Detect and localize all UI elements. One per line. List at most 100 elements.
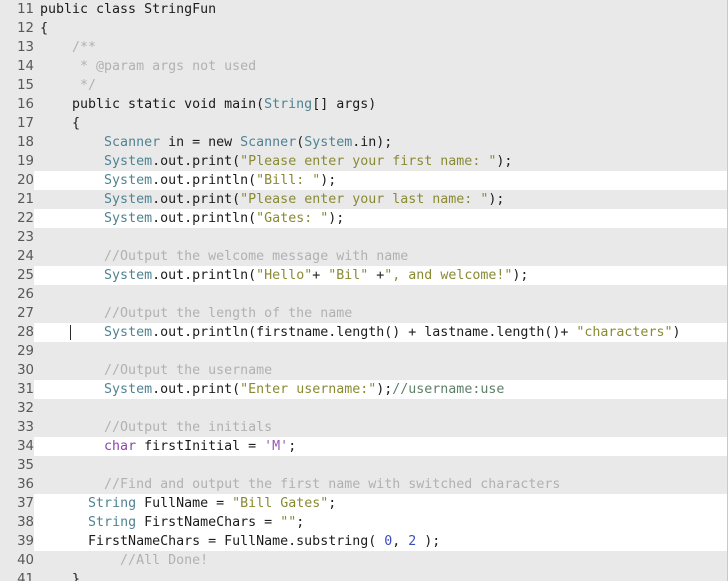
- code-text-37[interactable]: String FullName = "Bill Gates";: [40, 494, 336, 513]
- token-plain: ): [672, 325, 681, 340]
- token-plain: );: [376, 382, 393, 397]
- code-line-31[interactable]: 31 System.out.print("Enter username:");/…: [0, 380, 727, 399]
- code-text-31[interactable]: System.out.print("Enter username:");//us…: [40, 380, 504, 399]
- code-text-19[interactable]: System.out.print("Please enter your firs…: [40, 152, 512, 171]
- line-number-28: 28: [0, 323, 34, 342]
- code-text-22[interactable]: System.out.println("Gates: ");: [40, 209, 344, 228]
- code-line-23[interactable]: 23: [0, 228, 727, 247]
- code-text-28[interactable]: System.out.println(firstname.length() + …: [40, 323, 680, 342]
- code-line-33[interactable]: 33 //Output the initials: [0, 418, 727, 437]
- token-plain: public static void main(: [40, 97, 265, 112]
- token-plain: in = new: [160, 135, 241, 150]
- token-plain: StringFun: [144, 2, 217, 17]
- code-line-25[interactable]: 25 System.out.println("Hello"+ "Bil" +",…: [0, 266, 727, 285]
- token-type: System: [104, 192, 153, 207]
- code-line-30[interactable]: 30 //Output the username: [0, 361, 727, 380]
- code-line-21[interactable]: 21 System.out.print("Please enter your l…: [0, 190, 727, 209]
- line-number-34: 34: [0, 437, 34, 456]
- code-line-40[interactable]: 40 //All Done!: [0, 551, 727, 570]
- code-line-19[interactable]: 19 System.out.print("Please enter your f…: [0, 152, 727, 171]
- code-text-30[interactable]: //Output the username: [40, 361, 272, 380]
- token-plain: FullName =: [136, 496, 233, 511]
- token-string: "Gates: ": [256, 211, 329, 226]
- code-text-24[interactable]: //Output the welcome message with name: [40, 247, 408, 266]
- code-text-20[interactable]: System.out.println("Bill: ");: [40, 171, 336, 190]
- code-line-18[interactable]: 18 Scanner in = new Scanner(System.in);: [0, 133, 727, 152]
- code-text-16[interactable]: public static void main(String[] args): [40, 95, 376, 114]
- code-line-15[interactable]: 15 */: [0, 76, 727, 95]
- code-line-29[interactable]: 29: [0, 342, 727, 361]
- code-line-13[interactable]: 13 /**: [0, 38, 727, 57]
- token-plain: .out.println(: [152, 173, 257, 188]
- token-string: ", and welcome!": [384, 268, 513, 283]
- code-text-15[interactable]: */: [40, 76, 96, 95]
- code-text-41[interactable]: }: [40, 570, 80, 581]
- code-line-16[interactable]: 16 public static void main(String[] args…: [0, 95, 727, 114]
- token-comment: //All Done!: [40, 553, 209, 568]
- code-line-27[interactable]: 27 //Output the length of the name: [0, 304, 727, 323]
- code-line-41[interactable]: 41 }: [0, 570, 727, 581]
- token-string: "Bill Gates": [232, 496, 329, 511]
- code-text-34[interactable]: char firstInitial = 'M';: [40, 437, 296, 456]
- code-text-12[interactable]: {: [40, 19, 48, 38]
- code-line-38[interactable]: 38 String FirstNameChars = "";: [0, 513, 727, 532]
- token-string: "Please enter your last name: ": [240, 192, 489, 207]
- code-text-13[interactable]: /**: [40, 38, 96, 57]
- code-text-21[interactable]: System.out.print("Please enter your last…: [40, 190, 504, 209]
- code-text-14[interactable]: * @param args not used: [40, 57, 256, 76]
- token-comment: //Output the length of the name: [40, 306, 353, 321]
- token-type: System: [304, 135, 353, 150]
- token-plain: .out.println(: [152, 268, 257, 283]
- code-text-11[interactable]: public class StringFun: [40, 0, 216, 19]
- line-number-15: 15: [0, 76, 34, 95]
- code-line-35[interactable]: 35: [0, 456, 727, 475]
- code-line-39[interactable]: 39 FirstNameChars = FullName.substring( …: [0, 532, 727, 551]
- code-line-36[interactable]: 36 //Find and output the first name with…: [0, 475, 727, 494]
- code-line-28[interactable]: 28 System.out.println(firstname.length()…: [0, 323, 727, 342]
- code-text-27[interactable]: //Output the length of the name: [40, 304, 352, 323]
- code-line-14[interactable]: 14 * @param args not used: [0, 57, 727, 76]
- token-type: System: [104, 173, 153, 188]
- token-plain: firstInitial =: [136, 439, 265, 454]
- token-type: System: [104, 268, 153, 283]
- code-line-22[interactable]: 22 System.out.println("Gates: ");: [0, 209, 727, 228]
- code-line-12[interactable]: 12 {: [0, 19, 727, 38]
- code-line-24[interactable]: 24 //Output the welcome message with nam…: [0, 247, 727, 266]
- line-number-11: 11: [0, 0, 34, 19]
- code-line-list[interactable]: 11 public class StringFun 12{13 /** 14 * @p…: [0, 0, 727, 581]
- code-line-26[interactable]: 26: [0, 285, 727, 304]
- token-plain: }: [40, 572, 81, 581]
- code-text-36[interactable]: //Find and output the first name with sw…: [40, 475, 560, 494]
- token-plain: [] args): [312, 97, 377, 112]
- token-plain: FirstNameChars =: [136, 515, 281, 530]
- token-string: "characters": [576, 325, 673, 340]
- code-text-17[interactable]: {: [40, 114, 80, 133]
- code-text-18[interactable]: Scanner in = new Scanner(System.in);: [40, 133, 392, 152]
- token-string: "": [280, 515, 297, 530]
- code-text-38[interactable]: String FirstNameChars = "";: [40, 513, 304, 532]
- code-text-39[interactable]: FirstNameChars = FullName.substring( 0, …: [40, 532, 440, 551]
- token-comment: //Output the welcome message with name: [40, 249, 409, 264]
- line-number-20: 20: [0, 171, 34, 190]
- code-line-11[interactable]: 11 public class StringFun: [0, 0, 727, 19]
- token-comment: //Output the initials: [40, 420, 273, 435]
- token-string: "Enter username:": [240, 382, 377, 397]
- code-text-25[interactable]: System.out.println("Hello"+ "Bil" +", an…: [40, 266, 528, 285]
- code-text-33[interactable]: //Output the initials: [40, 418, 272, 437]
- token-type: Scanner: [104, 135, 161, 150]
- line-number-25: 25: [0, 266, 34, 285]
- code-text-40[interactable]: //All Done!: [40, 551, 208, 570]
- line-number-16: 16: [0, 95, 34, 114]
- code-line-20[interactable]: 20 System.out.println("Bill: ");: [0, 171, 727, 190]
- code-line-32[interactable]: 32: [0, 399, 727, 418]
- code-editor-pane[interactable]: 11 public class StringFun 12{13 /** 14 * @p…: [0, 0, 728, 581]
- line-number-13: 13: [0, 38, 34, 57]
- code-line-34[interactable]: 34 char firstInitial = 'M';: [0, 437, 727, 456]
- code-line-37[interactable]: 37 String FullName = "Bill Gates";: [0, 494, 727, 513]
- code-line-17[interactable]: 17 {: [0, 114, 727, 133]
